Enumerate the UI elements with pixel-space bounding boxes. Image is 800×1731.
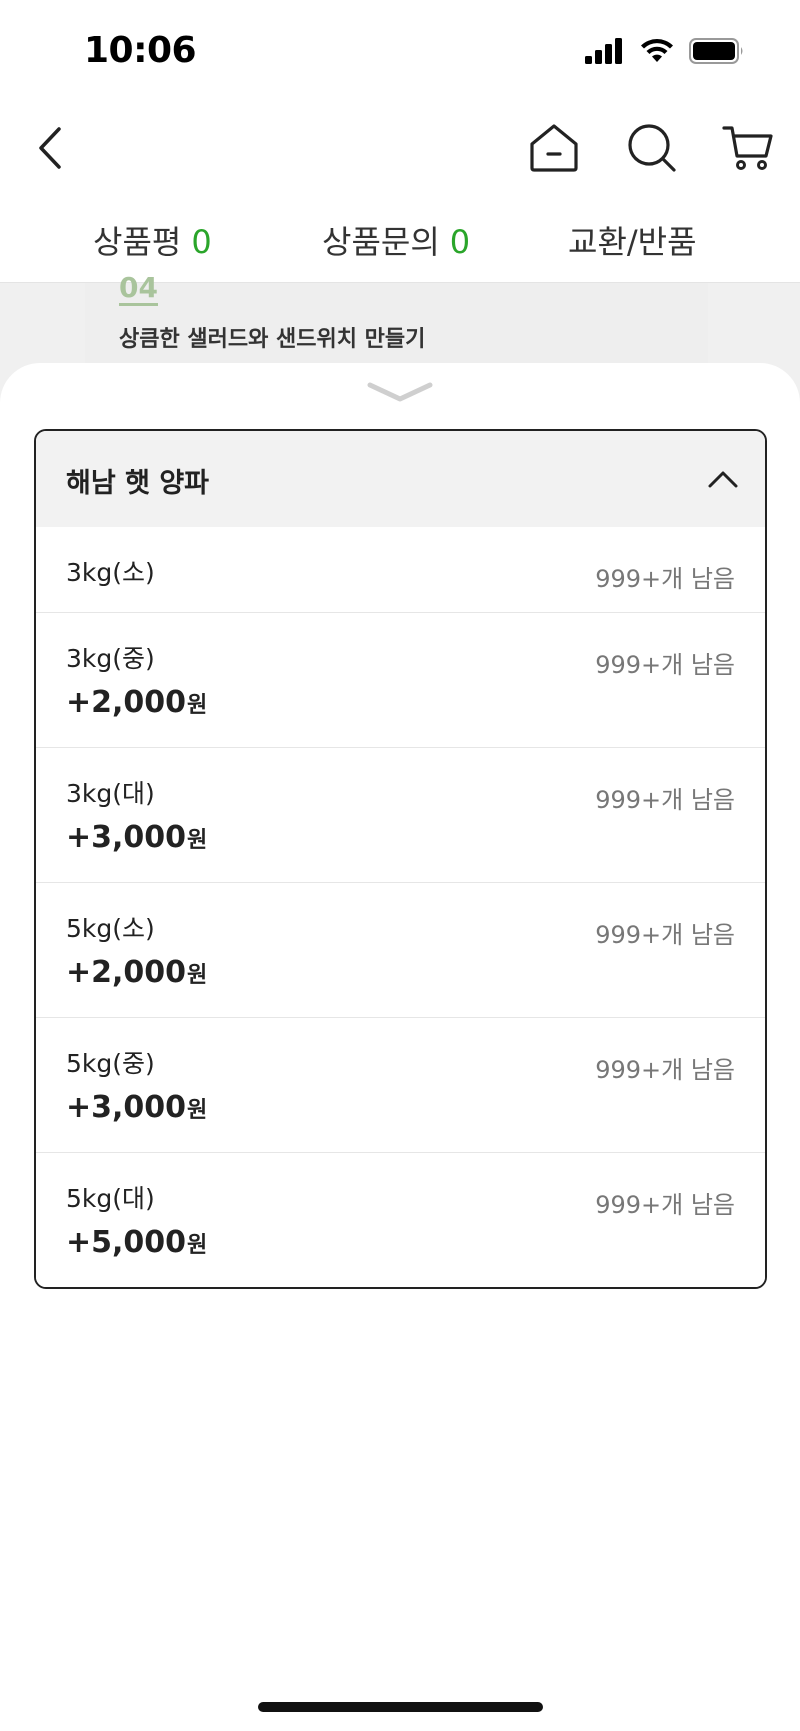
option-item-name: 5kg(대) (66, 1184, 155, 1213)
option-item[interactable]: 5kg(대) 999+개 남음 +5,000원 (36, 1152, 765, 1287)
option-item-stock: 999+개 남음 (595, 565, 735, 593)
navigation-bar (0, 100, 800, 195)
background-step-number: 04 (119, 271, 158, 306)
option-item-stock: 999+개 남음 (595, 651, 735, 679)
option-item-price-unit: 원 (187, 963, 208, 988)
option-item-price-amount: +5,000 (66, 1225, 187, 1260)
option-item-price: +3,000원 (66, 820, 207, 855)
signal-icon (585, 38, 622, 64)
home-icon (530, 124, 578, 172)
tab-exchange-return-label: 교환/반품 (568, 223, 697, 261)
option-dropdown: 해남 햇 양파 3kg(소) 999+개 남음 3kg(중) 999+개 남음 … (34, 429, 767, 1289)
status-bar: 10:06 (0, 0, 800, 100)
option-item-price: +5,000원 (66, 1225, 207, 1260)
option-item-stock: 999+개 남음 (595, 1191, 735, 1219)
cart-icon (722, 126, 773, 170)
search-icon (628, 124, 676, 172)
battery-icon (689, 38, 743, 64)
option-item[interactable]: 5kg(소) 999+개 남음 +2,000원 (36, 882, 765, 1017)
tab-reviews-label: 상품평 (93, 223, 182, 261)
tab-inquiries-label: 상품문의 (322, 223, 440, 261)
option-item-price-amount: +2,000 (66, 685, 187, 720)
background-content-card: 04 상큼한 샐러드와 샌드위치 만들기 (85, 273, 708, 363)
tab-exchange-return[interactable]: 교환/반품 (568, 217, 697, 263)
option-item[interactable]: 3kg(중) 999+개 남음 +2,000원 (36, 612, 765, 747)
chevron-left-icon (39, 127, 61, 169)
back-button[interactable] (20, 118, 80, 178)
option-item-price: +3,000원 (66, 1090, 207, 1125)
status-icons (585, 38, 745, 64)
option-item[interactable]: 5kg(중) 999+개 남음 +3,000원 (36, 1017, 765, 1152)
option-item-price-amount: +3,000 (66, 1090, 187, 1125)
option-item-stock: 999+개 남음 (595, 1056, 735, 1084)
option-item[interactable]: 3kg(소) 999+개 남음 (36, 527, 765, 612)
option-dropdown-header[interactable]: 해남 햇 양파 (36, 431, 765, 527)
option-item-name: 3kg(중) (66, 644, 155, 673)
background-step-text: 상큼한 샐러드와 샌드위치 만들기 (119, 327, 426, 352)
option-item-price-unit: 원 (187, 1233, 208, 1258)
option-item-price-unit: 원 (187, 1098, 208, 1123)
search-button[interactable] (622, 118, 682, 178)
tab-reviews[interactable]: 상품평 0 (93, 217, 212, 263)
option-item-name: 3kg(대) (66, 779, 155, 808)
option-item-name: 3kg(소) (66, 558, 155, 587)
option-item[interactable]: 3kg(대) 999+개 남음 +3,000원 (36, 747, 765, 882)
option-item-price: +2,000원 (66, 955, 207, 990)
sheet-collapse-handle-icon[interactable] (366, 381, 434, 405)
product-tabs: 상품평 0 상품문의 0 교환/반품 (0, 195, 800, 283)
home-indicator (258, 1702, 543, 1712)
option-item-stock: 999+개 남음 (595, 921, 735, 949)
option-item-name: 5kg(소) (66, 914, 155, 943)
tab-inquiries-count: 0 (449, 223, 471, 261)
option-item-price-amount: +3,000 (66, 820, 187, 855)
tab-inquiries[interactable]: 상품문의 0 (322, 217, 470, 263)
option-title: 해남 햇 양파 (66, 468, 209, 499)
option-item-price-unit: 원 (187, 828, 208, 853)
wifi-icon (641, 39, 673, 62)
cart-button[interactable] (718, 118, 778, 178)
option-bottom-sheet: 해남 햇 양파 3kg(소) 999+개 남음 3kg(중) 999+개 남음 … (0, 363, 800, 1731)
option-item-price: +2,000원 (66, 685, 207, 720)
home-button[interactable] (524, 118, 584, 178)
option-item-name: 5kg(중) (66, 1049, 155, 1078)
status-time: 10:06 (84, 30, 197, 71)
option-item-price-unit: 원 (187, 693, 208, 718)
option-item-price-amount: +2,000 (66, 955, 187, 990)
option-item-stock: 999+개 남음 (595, 786, 735, 814)
chevron-up-icon (708, 471, 738, 488)
tab-reviews-count: 0 (191, 223, 212, 261)
